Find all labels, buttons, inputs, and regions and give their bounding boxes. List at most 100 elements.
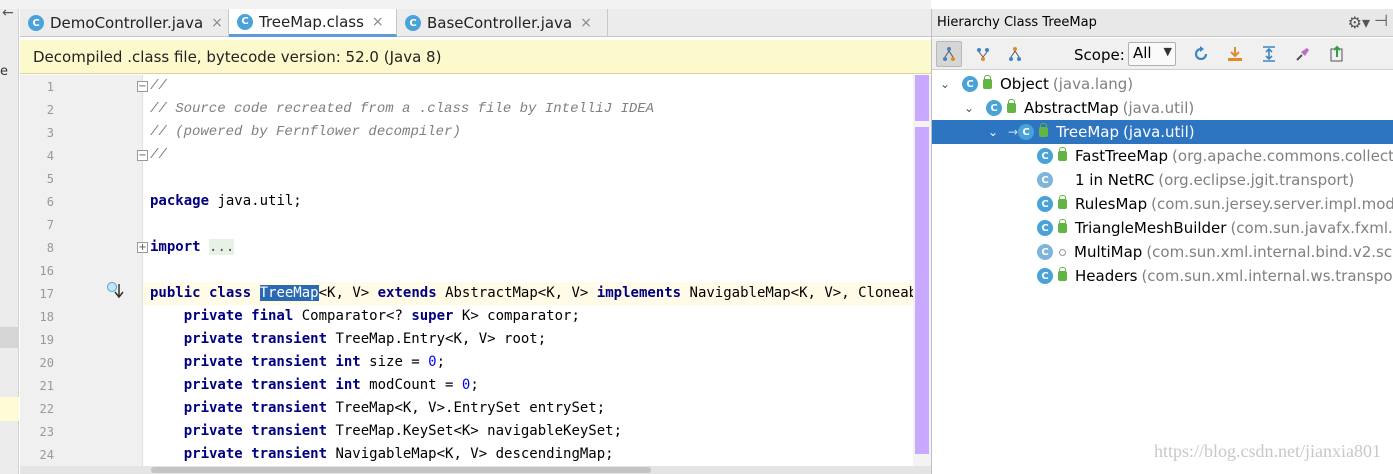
- code-line: // Source code recreated from a .class f…: [150, 101, 655, 117]
- hierarchy-tree: ⌄ C Object (java.lang) ⌄ C AbstractMap (…: [932, 71, 1393, 291]
- chevron-down-icon[interactable]: ⌄: [962, 101, 976, 115]
- code-line-import: import ...: [150, 239, 235, 255]
- public-access-icon: [1039, 123, 1049, 137]
- class-icon: C: [1037, 268, 1053, 284]
- class-icon: C: [28, 15, 44, 31]
- code-line-field: private transient NavigableMap<K, V> des…: [183, 446, 614, 462]
- gear-icon[interactable]: ⚙▾: [1348, 13, 1370, 32]
- chevron-down-icon[interactable]: ⌄: [938, 77, 952, 91]
- abstract-class-icon: C: [986, 100, 1002, 116]
- tree-node-name: AbstractMap: [1024, 99, 1119, 117]
- code-line-field: private transient int modCount = 0;: [183, 377, 479, 393]
- code-line-field: private transient TreeMap<K, V>.EntrySet…: [183, 400, 606, 416]
- supertypes-icon[interactable]: [970, 41, 996, 67]
- line-number: 4: [46, 149, 54, 163]
- tree-node-name: RulesMap: [1075, 195, 1148, 213]
- code-line-class-decl: public class TreeMap<K, V> extends Abstr…: [150, 285, 926, 301]
- tree-node-package: (com.sun.xml.internal.bind.v2.sch: [1146, 243, 1393, 261]
- tree-node-name: MultiMap: [1074, 243, 1143, 261]
- code-line-field: private final Comparator<? super K> comp…: [183, 308, 580, 324]
- class-icon: C: [962, 76, 978, 92]
- class-icon: C: [1037, 220, 1053, 236]
- tree-node-package: (com.sun.jersey.server.impl.mode: [1151, 195, 1393, 213]
- tab-treemap[interactable]: C TreeMap.class ×: [229, 9, 397, 37]
- code-area[interactable]: // // Source code recreated from a .clas…: [150, 75, 926, 474]
- watermark: https://blog.csdn.net/jianxia801: [1154, 441, 1381, 461]
- code-line: // (powered by Fernflower decompiler): [150, 124, 461, 140]
- line-number: 5: [46, 172, 54, 186]
- class-icon: C: [1018, 124, 1035, 140]
- tree-node-object[interactable]: ⌄ C Object (java.lang): [932, 72, 1393, 96]
- tree-node-package: (com.sun.xml.internal.ws.transport: [1141, 267, 1393, 285]
- chevron-down-icon[interactable]: ⌄: [986, 125, 1000, 139]
- decompiled-banner: Decompiled .class file, bytecode version…: [20, 40, 931, 74]
- selected-identifier[interactable]: TreeMap: [259, 285, 319, 301]
- horizontal-scrollbar[interactable]: [20, 466, 931, 474]
- tree-node-name: TreeMap: [1056, 123, 1119, 141]
- close-icon[interactable]: ×: [580, 15, 592, 31]
- anonymous-class-icon: C: [1037, 172, 1053, 188]
- code-line-field: private transient int size = 0;: [183, 354, 446, 370]
- folded-import-region[interactable]: ...: [209, 239, 235, 255]
- line-number: 18: [39, 310, 54, 324]
- class-icon: C: [1037, 148, 1053, 164]
- tree-node-abstractmap[interactable]: ⌄ C AbstractMap (java.util): [932, 96, 1393, 120]
- left-strip-highlight: [0, 327, 19, 348]
- tree-node-rulesmap[interactable]: C RulesMap (com.sun.jersey.server.impl.m…: [932, 192, 1393, 216]
- export-icon[interactable]: [1222, 41, 1248, 67]
- scope-select[interactable]: All ▼: [1128, 42, 1176, 66]
- class-hierarchy-icon[interactable]: [936, 41, 962, 67]
- tree-node-trianglemeshbuilder[interactable]: C TriangleMeshBuilder (com.sun.javafx.fx…: [932, 216, 1393, 240]
- left-strip-marker: e: [0, 64, 8, 79]
- autoscroll-icon[interactable]: [1324, 41, 1350, 67]
- subtypes-icon[interactable]: [1002, 41, 1028, 67]
- code-line-field: private transient TreeMap.KeySet<K> navi…: [183, 423, 623, 439]
- scrollbar-thumb[interactable]: [151, 467, 651, 473]
- public-access-icon: [1058, 267, 1067, 281]
- tree-node-name: FastTreeMap: [1075, 147, 1169, 165]
- close-icon[interactable]: ×: [211, 15, 223, 31]
- tree-node-name: TriangleMeshBuilder: [1075, 219, 1227, 237]
- tab-label: BaseController.java: [427, 14, 573, 32]
- tree-node-package: (org.eclipse.jgit.transport): [1158, 171, 1355, 189]
- fold-toggle-icon[interactable]: −: [137, 150, 148, 161]
- editor-error-stripe[interactable]: [913, 75, 931, 474]
- class-icon: C: [405, 15, 421, 31]
- line-number: 21: [39, 379, 54, 393]
- tab-basecontroller[interactable]: C BaseController.java ×: [397, 9, 608, 37]
- expand-fold-icon[interactable]: +: [137, 242, 148, 253]
- tree-node-package: (java.lang): [1052, 75, 1134, 93]
- public-access-icon: [1058, 147, 1067, 161]
- stripe-mark: [915, 127, 929, 454]
- code-editor[interactable]: 1 2 3 4 5 6 7 8 16 17 18 19 20 21 22 23 …: [20, 75, 931, 474]
- tree-node-name: Object: [1000, 75, 1049, 93]
- tab-democontroller[interactable]: C DemoController.java ×: [20, 9, 229, 37]
- tree-node-package: (com.sun.javafx.fxml.b: [1230, 219, 1393, 237]
- tree-node-treemap[interactable]: ⌄ → C TreeMap (java.util): [932, 120, 1393, 144]
- chevron-down-icon: ▼: [1163, 45, 1172, 58]
- line-number: 19: [39, 333, 54, 347]
- tree-node-fasttreemap[interactable]: C FastTreeMap (org.apache.commons.collec…: [932, 144, 1393, 168]
- expand-all-icon[interactable]: [1256, 41, 1282, 67]
- refresh-icon[interactable]: [1188, 41, 1214, 67]
- hierarchy-title-bar: Hierarchy Class TreeMap ⚙▾ ⊣: [932, 9, 1393, 37]
- line-number: 23: [39, 425, 54, 439]
- close-icon[interactable]: ×: [372, 14, 384, 30]
- implements-down-arrow-icon[interactable]: [106, 281, 126, 301]
- package-private-icon: [1059, 248, 1066, 256]
- left-strip-current-line: [0, 397, 19, 421]
- tree-node-package: (java.util): [1122, 123, 1195, 141]
- line-number: 6: [46, 195, 54, 209]
- hide-panel-icon[interactable]: ⊣: [1374, 11, 1388, 30]
- public-access-icon: [1058, 195, 1067, 209]
- pin-icon[interactable]: [1290, 41, 1316, 67]
- fold-toggle-icon[interactable]: −: [137, 81, 148, 92]
- tree-node-multimap[interactable]: C MultiMap (com.sun.xml.internal.bind.v2…: [932, 240, 1393, 264]
- line-number: 8: [46, 241, 54, 255]
- code-line: //: [150, 78, 167, 94]
- class-icon: C: [1037, 196, 1053, 212]
- tree-node-headers[interactable]: C Headers (com.sun.xml.internal.ws.trans…: [932, 264, 1393, 288]
- hierarchy-toolbar: Scope: All ▼: [932, 38, 1393, 70]
- line-number: 24: [39, 448, 54, 462]
- tree-node-netrc[interactable]: C 1 in NetRC (org.eclipse.jgit.transport…: [932, 168, 1393, 192]
